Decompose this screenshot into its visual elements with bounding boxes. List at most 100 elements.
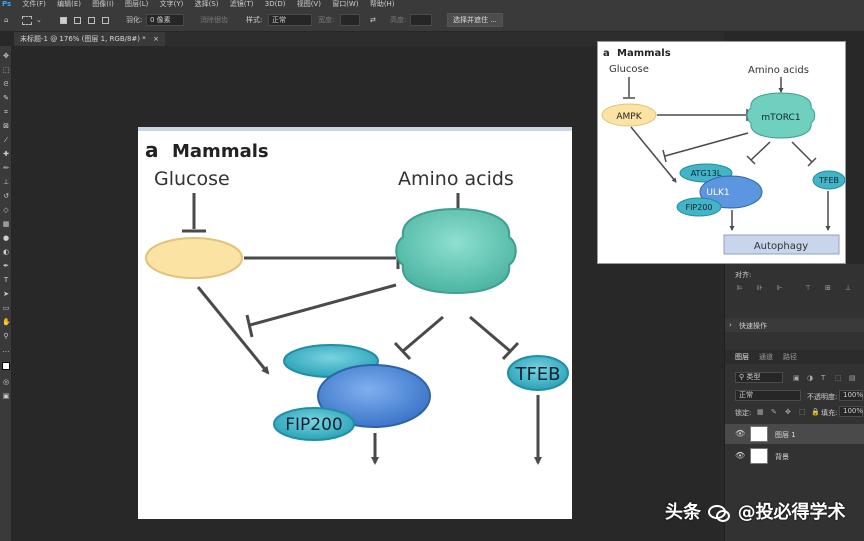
foreground-color-swatch[interactable] <box>2 362 10 370</box>
dodge-tool-icon[interactable]: ◐ <box>2 248 10 256</box>
thumb-mtorc1-ampk-inhibition <box>664 132 749 157</box>
quick-actions-header[interactable]: › 快速操作 <box>725 318 864 332</box>
healing-brush-icon[interactable]: ✚ <box>2 150 10 158</box>
align-top-icon[interactable]: ⊤ <box>805 284 811 292</box>
fill-input[interactable]: 100% <box>839 406 863 417</box>
align-bottom-icon[interactable]: ⊥ <box>845 284 851 292</box>
eraser-tool-icon[interactable]: ◇ <box>2 206 10 214</box>
screen-mode-icon[interactable]: ▣ <box>2 392 10 400</box>
filter-type-icon[interactable]: T <box>821 374 825 382</box>
height-label: 高度: <box>390 16 407 24</box>
mtorc1-node <box>395 207 517 295</box>
visibility-eye-icon[interactable]: 👁 <box>735 430 745 438</box>
menu-filter[interactable]: 滤镜(T) <box>230 0 254 8</box>
new-selection-icon[interactable] <box>60 17 67 24</box>
document-tab-title: 未标题-1 @ 176% (图层 1, RGB/8#) * <box>20 35 146 43</box>
layer-row[interactable]: 👁 背景 <box>725 446 864 466</box>
blend-mode-select[interactable]: 正常 <box>735 390 801 401</box>
brush-tool-icon[interactable]: ✏ <box>2 164 10 172</box>
filter-smart-icon[interactable]: ▤ <box>849 374 856 382</box>
options-bar: ⌂ ⌄ 羽化: 0 像素 消除锯齿 样式: 正常 宽度: ⇄ 高度: 选择并遮住… <box>0 8 864 32</box>
tab-layers[interactable]: 图层 <box>735 352 749 362</box>
menu-edit[interactable]: 编辑(E) <box>57 0 81 8</box>
thumb-glucose-label: Glucose <box>609 64 649 75</box>
feather-input[interactable]: 0 像素 <box>146 14 184 26</box>
history-brush-icon[interactable]: ↺ <box>2 192 10 200</box>
tab-channels[interactable]: 通道 <box>759 352 773 362</box>
hand-tool-icon[interactable]: ✋ <box>2 318 11 326</box>
type-tool-icon[interactable]: T <box>2 276 10 284</box>
document-tab[interactable]: 未标题-1 @ 176% (图层 1, RGB/8#) * × <box>14 32 165 46</box>
antialias-checkbox[interactable]: 消除锯齿 <box>200 14 228 26</box>
lock-all-icon[interactable]: 🔒 <box>811 408 820 416</box>
fip200-label: FIP200 <box>285 415 343 435</box>
menu-3d[interactable]: 3D(D) <box>265 0 286 8</box>
layers-tab-row: 图层 通道 路径 <box>725 350 864 364</box>
watermark-prefix: 头条 <box>665 502 701 523</box>
menu-window[interactable]: 窗口(W) <box>332 0 358 8</box>
menu-help[interactable]: 帮助(H) <box>370 0 395 8</box>
move-tool-icon[interactable]: ✥ <box>2 52 10 60</box>
thumb-ampk-label: AMPK <box>616 112 642 122</box>
document-canvas[interactable]: a Mammals Glucose Amino acids FIP200 TFE… <box>138 127 572 519</box>
collapse-icon[interactable]: › <box>729 321 732 329</box>
width-input[interactable] <box>340 14 360 26</box>
align-right-icon[interactable]: ⊩ <box>777 284 783 292</box>
width-label: 宽度: <box>318 16 335 24</box>
align-center-icon[interactable]: ⊪ <box>757 284 763 292</box>
menu-image[interactable]: 图像(I) <box>92 0 114 8</box>
panel-title: Mammals <box>172 141 269 162</box>
layer-kind-filter[interactable]: ⚲ 类型 <box>735 372 783 383</box>
menu-select[interactable]: 选择(S) <box>195 0 219 8</box>
lock-artboard-icon[interactable]: ⬚ <box>799 408 806 416</box>
frame-tool-icon[interactable]: ⊠ <box>2 122 10 130</box>
filter-shape-icon[interactable]: ⬚ <box>835 374 842 382</box>
align-middle-icon[interactable]: ⊞ <box>825 284 831 292</box>
lock-pixels-icon[interactable]: ▦ <box>757 408 764 416</box>
lock-paint-icon[interactable]: ✎ <box>771 408 777 416</box>
panel-letter: a <box>145 138 159 162</box>
thumb-autophagy-label: Autophagy <box>754 241 808 252</box>
pen-tool-icon[interactable]: ✒ <box>2 262 10 270</box>
align-left-icon[interactable]: ⊫ <box>737 284 743 292</box>
quick-select-icon[interactable]: ✎ <box>2 94 10 102</box>
more-tools-icon[interactable]: … <box>2 346 10 354</box>
path-select-icon[interactable]: ➤ <box>2 290 10 298</box>
mtorc1-inhibition-line <box>249 283 397 327</box>
filter-pixel-icon[interactable]: ▣ <box>793 374 800 382</box>
menu-file[interactable]: 文件(F) <box>22 0 46 8</box>
photoshop-window: Ps 文件(F) 编辑(E) 图像(I) 图层(L) 文字(Y) 选择(S) 滤… <box>0 0 864 541</box>
layer-kind-value: 类型 <box>746 373 761 381</box>
filter-adjust-icon[interactable]: ◑ <box>807 374 813 382</box>
tab-paths[interactable]: 路径 <box>783 352 797 362</box>
menu-layer[interactable]: 图层(L) <box>125 0 148 8</box>
opacity-label: 不透明度: <box>807 393 838 401</box>
lock-move-icon[interactable]: ✥ <box>785 408 791 416</box>
lasso-tool-icon[interactable]: ᘓ <box>2 80 10 88</box>
height-input[interactable] <box>410 14 432 26</box>
select-and-mask-button[interactable]: 选择并遮住 ... <box>447 13 503 27</box>
menu-type[interactable]: 文字(Y) <box>160 0 184 8</box>
home-icon[interactable]: ⌂ <box>4 14 8 26</box>
add-selection-icon[interactable] <box>74 17 81 24</box>
gradient-tool-icon[interactable]: ▦ <box>2 220 10 228</box>
intersect-selection-icon[interactable] <box>102 17 109 24</box>
marquee-tool-icon[interactable] <box>22 16 32 25</box>
quick-mask-icon[interactable]: ◎ <box>2 378 10 386</box>
crop-tool-icon[interactable]: ⌗ <box>2 108 10 116</box>
swap-icon[interactable]: ⇄ <box>370 14 376 26</box>
close-tab-icon[interactable]: × <box>153 35 159 43</box>
marquee-tool-icon[interactable]: ⬚ <box>2 66 10 74</box>
opacity-input[interactable]: 100% <box>839 390 863 401</box>
subtract-selection-icon[interactable] <box>88 17 95 24</box>
chevron-down-icon[interactable]: ⌄ <box>36 14 42 26</box>
shape-tool-icon[interactable]: ▭ <box>2 304 10 312</box>
layer-row[interactable]: 👁 图层 1 <box>725 424 864 444</box>
eyedropper-icon[interactable]: ⁄ <box>2 136 10 144</box>
blur-tool-icon[interactable]: ● <box>2 234 10 242</box>
menu-view[interactable]: 视图(V) <box>297 0 321 8</box>
zoom-tool-icon[interactable]: ⚲ <box>2 332 10 340</box>
visibility-eye-icon[interactable]: 👁 <box>735 452 745 460</box>
style-select[interactable]: 正常 <box>268 14 312 26</box>
stamp-tool-icon[interactable]: ⊥ <box>2 178 10 186</box>
